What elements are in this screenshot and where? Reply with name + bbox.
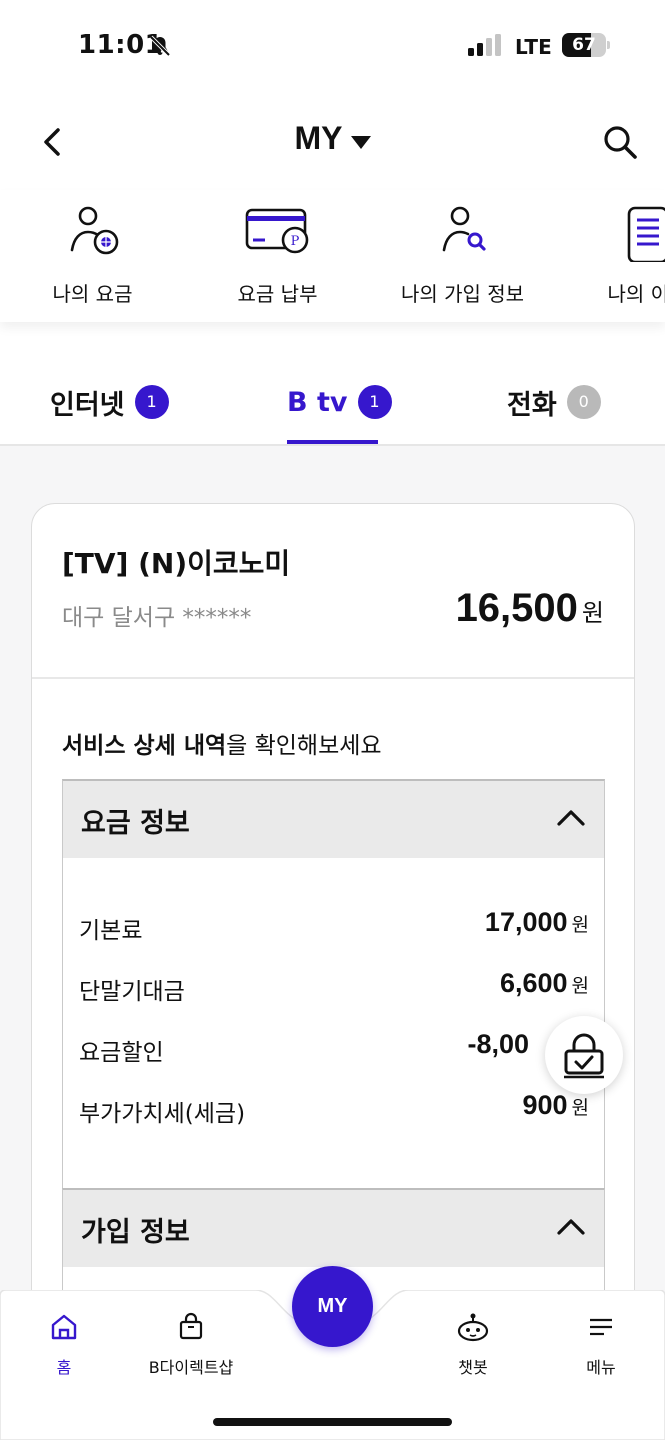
shopping-bag-icon — [179, 1312, 203, 1340]
home-icon — [51, 1314, 77, 1340]
section-title: 가입 정보 — [81, 1217, 190, 1248]
quick-menu-label: 요금 납부 — [237, 282, 318, 306]
active-tab-indicator — [287, 440, 378, 444]
plan-name: [TV] (N)이코노미 — [62, 547, 291, 580]
join-info-header[interactable]: 가입 정보 — [63, 1190, 604, 1267]
battery-percent: 67 — [572, 35, 596, 55]
divider — [32, 677, 634, 679]
count-badge: 1 — [134, 385, 169, 419]
detail-prompt-rest: 을 확인해보세요 — [226, 733, 382, 759]
fee-name: 요금할인 — [79, 1040, 164, 1066]
fee-info-section: 요금 정보 기본료 17,000 원 단말기대금 6,600 원 요금할인 -8,0… — [62, 779, 605, 1190]
nav-my-button[interactable]: MY — [292, 1266, 373, 1347]
fee-value: 900 — [522, 1090, 568, 1120]
service-tabs: 인터넷 1 B tv 1 전화 0 — [0, 322, 665, 446]
svg-text:P: P — [290, 234, 299, 249]
tab-label: 전화 — [507, 389, 557, 421]
nav-b-direct-shop[interactable]: B다이렉트샵 — [131, 1312, 251, 1378]
count-badge: 1 — [357, 385, 392, 419]
bell-muted-icon — [149, 35, 171, 57]
nav-label: 메뉴 — [586, 1358, 616, 1377]
search-icon[interactable] — [600, 122, 640, 162]
fee-info-header[interactable]: 요금 정보 — [63, 781, 604, 858]
plan-price-unit: 원 — [581, 599, 604, 627]
hamburger-menu-icon — [590, 1318, 612, 1336]
chatbot-icon — [457, 1313, 489, 1342]
quick-menu-join-info[interactable]: 나의 가입 정보 — [370, 190, 555, 322]
fee-row: 단말기대금 6,600 원 — [79, 966, 589, 1006]
section-title: 요금 정보 — [81, 808, 190, 839]
nav-label: B다이렉트샵 — [148, 1358, 234, 1377]
page-title-dropdown[interactable]: MY — [0, 120, 665, 157]
user-search-icon — [442, 206, 486, 252]
caret-down-icon — [350, 136, 371, 149]
fee-row: 기본료 17,000 원 — [79, 905, 589, 945]
count-badge: 0 — [566, 385, 601, 419]
detail-prompt: 서비스 상세 내역을 확인해보세요 — [62, 726, 382, 760]
fee-name: 부가가치세(세금) — [79, 1101, 246, 1127]
quick-menu: 나의 요금 P 요금 납부 나의 가입 정보 나의 이용 — [0, 190, 665, 322]
user-coin-icon — [70, 206, 118, 255]
home-indicator — [213, 1418, 452, 1426]
header: MY — [0, 100, 665, 186]
document-icon — [627, 206, 665, 262]
fee-name: 기본료 — [79, 918, 143, 944]
fee-value: 6,600 — [499, 968, 568, 998]
privacy-lock-button[interactable] — [545, 1016, 623, 1094]
fee-value: 17,000 — [484, 907, 568, 937]
tab-label: B tv — [287, 386, 348, 418]
chevron-up-icon — [557, 810, 585, 826]
nav-home[interactable]: 홈 — [4, 1312, 124, 1378]
plan-price: 16,500 원 — [456, 586, 604, 631]
nav-label: 홈 — [56, 1358, 72, 1377]
fee-row: 요금할인 -8,00 — [79, 1027, 589, 1067]
fee-unit: 원 — [571, 975, 589, 997]
detail-prompt-bold: 서비스 상세 내역 — [62, 733, 227, 759]
quick-menu-pay-fee[interactable]: P 요금 납부 — [185, 190, 370, 322]
nav-menu[interactable]: 메뉴 — [541, 1312, 661, 1378]
page-title: MY — [294, 120, 343, 156]
chevron-up-icon — [557, 1219, 585, 1235]
plan-price-value: 16,500 — [455, 586, 578, 630]
nav-label: 챗봇 — [458, 1358, 488, 1377]
network-label: LTE — [515, 35, 552, 59]
plan-address: 대구 달서구 ****** — [62, 605, 252, 631]
quick-menu-label: 나의 가입 정보 — [400, 282, 525, 306]
signal-icon — [468, 34, 501, 56]
status-bar: 11:01 LTE 67 — [0, 0, 665, 90]
fee-unit: 원 — [571, 914, 589, 936]
card-point-icon: P — [245, 208, 308, 254]
quick-menu-my-fee[interactable]: 나의 요금 — [0, 190, 185, 322]
tab-label: 인터넷 — [50, 389, 125, 421]
quick-menu-label: 나의 이용 — [607, 282, 665, 306]
tab-phone[interactable]: 전화 0 — [507, 382, 601, 422]
tab-btv[interactable]: B tv 1 — [287, 382, 392, 422]
fee-row: 부가가치세(세금) 900 원 — [79, 1088, 589, 1128]
quick-menu-my-usage[interactable]: 나의 이용 — [555, 190, 665, 322]
quick-menu-label: 나의 요금 — [52, 282, 133, 306]
lock-icon — [564, 1033, 604, 1079]
fee-value: -8,00 — [467, 1029, 529, 1059]
battery-icon: 67 — [562, 33, 610, 57]
tab-internet[interactable]: 인터넷 1 — [50, 382, 169, 422]
fee-unit: 원 — [571, 1097, 589, 1119]
nav-chatbot[interactable]: 챗봇 — [413, 1312, 533, 1378]
fee-name: 단말기대금 — [79, 979, 185, 1005]
